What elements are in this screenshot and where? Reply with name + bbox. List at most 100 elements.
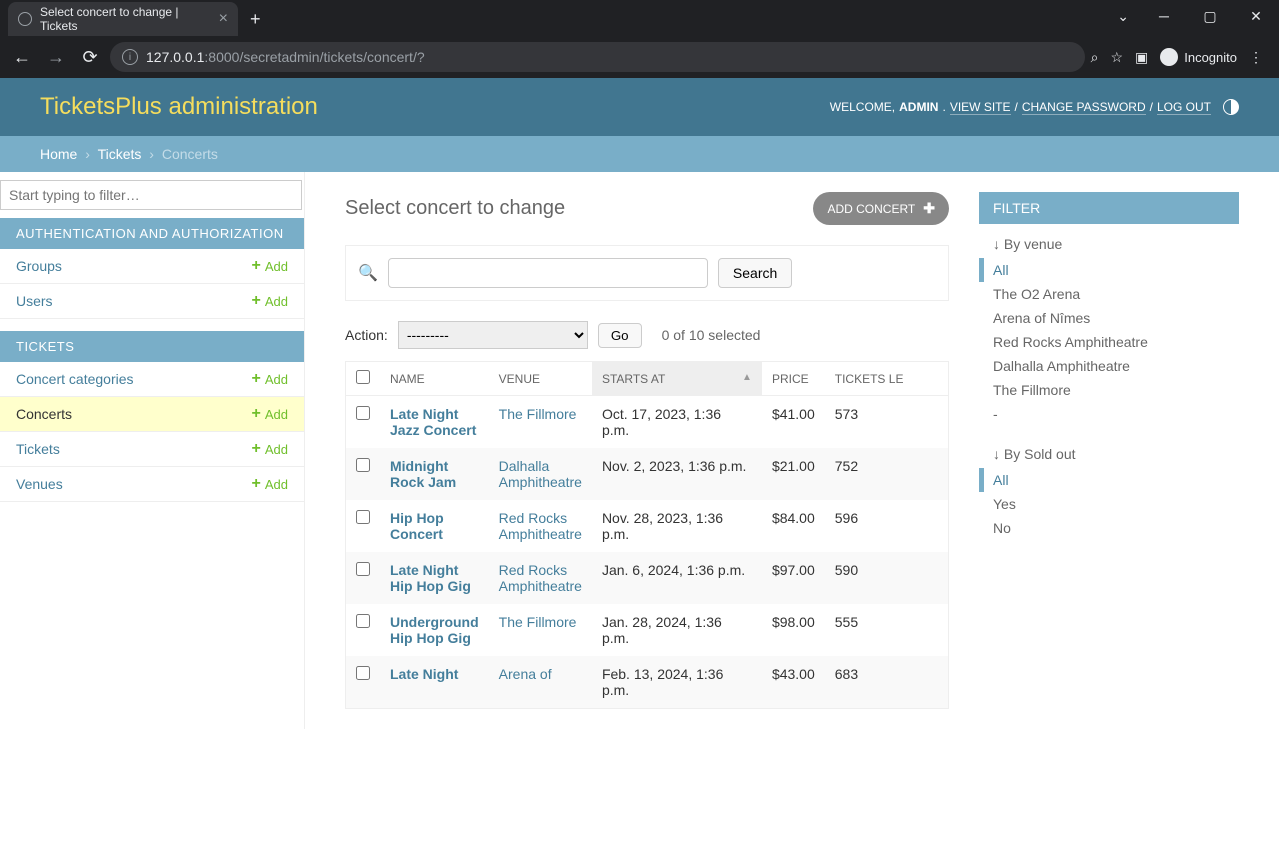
row-tickets-left: 752 [825,448,949,500]
search-input[interactable] [388,258,708,288]
go-button[interactable]: Go [598,323,642,348]
model-link[interactable]: Tickets [16,441,60,457]
row-checkbox[interactable] [356,666,370,680]
column-venue[interactable]: VENUE [489,362,592,396]
back-button[interactable]: ← [8,43,36,71]
filter-option[interactable]: All [979,468,1239,492]
row-venue-link[interactable]: The Fillmore [499,406,577,422]
logout-link[interactable]: LOG OUT [1157,100,1211,115]
row-venue-link[interactable]: Red Rocks Amphitheatre [499,510,582,542]
browser-tab[interactable]: Select concert to change | Tickets × [8,2,238,36]
row-checkbox[interactable] [356,510,370,524]
breadcrumbs: Home › Tickets › Concerts [0,136,1279,172]
tab-search-icon[interactable]: ⌄ [1117,8,1129,25]
table-row: Midnight Rock JamDalhalla AmphitheatreNo… [346,448,949,500]
app-header[interactable]: TICKETS [0,331,304,362]
row-price: $84.00 [762,500,825,552]
model-link[interactable]: Users [16,293,53,309]
row-starts-at: Jan. 6, 2024, 1:36 p.m. [592,552,762,604]
model-add-link[interactable]: Add [252,370,288,388]
row-name-link[interactable]: Late Night Hip Hop Gig [390,562,471,594]
filter-group-label[interactable]: By venue [979,224,1239,258]
model-add-link[interactable]: Add [252,292,288,310]
admin-header: TicketsPlus administration WELCOME, ADMI… [0,78,1279,136]
model-add-link[interactable]: Add [252,257,288,275]
row-venue-link[interactable]: Red Rocks Amphitheatre [499,562,582,594]
model-add-link[interactable]: Add [252,440,288,458]
user-tools: WELCOME, ADMIN. VIEW SITE / CHANGE PASSW… [830,99,1239,115]
username: ADMIN [899,100,938,114]
search-icon: 🔍 [358,263,378,283]
branding[interactable]: TicketsPlus administration [40,93,318,121]
sidebar: AUTHENTICATION AND AUTHORIZATION Groups Ad… [0,172,305,729]
row-venue-link[interactable]: Dalhalla Amphitheatre [499,458,582,490]
row-name-link[interactable]: Underground Hip Hop Gig [390,614,479,646]
model-link[interactable]: Groups [16,258,62,274]
app-header[interactable]: AUTHENTICATION AND AUTHORIZATION [0,218,304,249]
forward-button[interactable]: → [42,43,70,71]
row-checkbox[interactable] [356,614,370,628]
filter-option[interactable]: Arena of Nîmes [979,306,1239,330]
filter-option[interactable]: No [979,516,1239,540]
row-price: $21.00 [762,448,825,500]
filter-option[interactable]: Yes [979,492,1239,516]
breadcrumb-tickets[interactable]: Tickets [98,146,142,162]
row-checkbox[interactable] [356,562,370,576]
filters-title: FILTER [979,192,1239,224]
row-name-link[interactable]: Hip Hop Concert [390,510,444,542]
model-link[interactable]: Venues [16,476,63,492]
column-tickets-left[interactable]: TICKETS LE [825,362,949,396]
url-port: :8000 [204,49,239,65]
row-venue-link[interactable]: Arena of [499,666,552,682]
theme-toggle-icon[interactable] [1223,99,1239,115]
add-concert-button[interactable]: ADD CONCERT ✚ [813,192,949,225]
new-tab-button[interactable]: + [238,3,273,36]
window-maximize[interactable]: ▢ [1187,0,1233,32]
tab-title: Select concert to change | Tickets [40,5,211,33]
model-link[interactable]: Concert categories [16,371,134,387]
nav-filter-input[interactable] [0,180,302,210]
address-bar[interactable]: i 127.0.0.1:8000/secretadmin/tickets/con… [110,42,1085,72]
model-row: Concerts Add [0,397,304,432]
select-all-checkbox[interactable] [356,370,370,384]
model-link[interactable]: Concerts [16,406,72,422]
action-label: Action: [345,327,388,343]
column-price[interactable]: PRICE [762,362,825,396]
menu-icon[interactable]: ⋮ [1249,49,1263,66]
tab-close-icon[interactable]: × [219,10,228,28]
column-starts-at[interactable]: STARTS AT▲ [592,362,762,396]
row-name-link[interactable]: Midnight Rock Jam [390,458,456,490]
filter-option[interactable]: The Fillmore [979,378,1239,402]
table-row: Underground Hip Hop GigThe FillmoreJan. … [346,604,949,656]
row-tickets-left: 555 [825,604,949,656]
filter-option[interactable]: - [979,402,1239,426]
model-add-link[interactable]: Add [252,475,288,493]
search-button[interactable]: Search [718,258,792,288]
zoom-icon[interactable]: ⌕ [1091,49,1099,66]
row-name-link[interactable]: Late Night Jazz Concert [390,406,476,438]
window-close[interactable]: ✕ [1233,0,1279,32]
breadcrumb-home[interactable]: Home [40,146,77,162]
bookmark-icon[interactable]: ☆ [1110,49,1123,66]
panel-icon[interactable]: ▣ [1135,49,1148,66]
row-tickets-left: 590 [825,552,949,604]
filter-option[interactable]: Red Rocks Amphitheatre [979,330,1239,354]
filter-group-label[interactable]: By Sold out [979,434,1239,468]
change-password-link[interactable]: CHANGE PASSWORD [1022,100,1146,115]
row-price: $41.00 [762,396,825,449]
incognito-indicator[interactable]: Incognito [1160,48,1237,66]
row-checkbox[interactable] [356,458,370,472]
window-minimize[interactable]: ─ [1141,0,1187,32]
view-site-link[interactable]: VIEW SITE [950,100,1011,115]
column-name[interactable]: NAME [380,362,489,396]
site-info-icon[interactable]: i [122,49,138,65]
row-name-link[interactable]: Late Night [390,666,458,682]
filter-option[interactable]: All [979,258,1239,282]
action-select[interactable]: --------- [398,321,588,349]
filter-option[interactable]: Dalhalla Amphitheatre [979,354,1239,378]
reload-button[interactable]: ⟳ [76,43,104,71]
row-venue-link[interactable]: The Fillmore [499,614,577,630]
filter-option[interactable]: The O2 Arena [979,282,1239,306]
row-checkbox[interactable] [356,406,370,420]
model-add-link[interactable]: Add [252,405,288,423]
